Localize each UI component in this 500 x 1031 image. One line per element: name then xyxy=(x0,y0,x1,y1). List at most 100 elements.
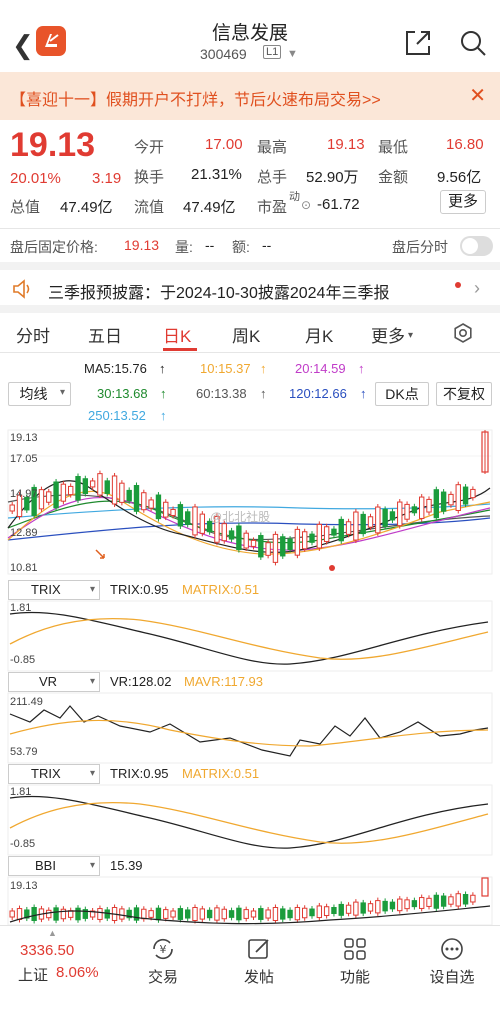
candle xyxy=(426,498,432,513)
chevron-down-icon[interactable]: ▼ xyxy=(287,48,298,60)
vr-chart xyxy=(7,692,493,764)
current-price: 19.13 xyxy=(10,126,96,164)
after-hours-label: 盘后固定价格: xyxy=(10,239,98,255)
tab-daily-k[interactable]: 日K xyxy=(163,322,191,347)
indicator-select-vr[interactable]: VR xyxy=(8,672,100,692)
top-bar: ❮ 信息发展 300469 L1 ▼ xyxy=(0,0,500,72)
index-value[interactable]: 3336.50 xyxy=(20,942,74,959)
candle xyxy=(199,513,206,534)
ma5-label: MA5:15.76 xyxy=(84,361,147,376)
candle xyxy=(133,485,140,512)
candle xyxy=(272,533,279,563)
kline-chart[interactable] xyxy=(0,428,500,580)
dk-point-button[interactable]: DK点 xyxy=(375,382,429,406)
nav-function[interactable]: 功能 xyxy=(315,926,395,987)
candle xyxy=(16,908,23,920)
info-icon[interactable]: ⊙ xyxy=(301,198,311,212)
candle xyxy=(119,482,125,503)
y-axis-high: 19.13 xyxy=(10,880,38,892)
candle xyxy=(404,503,410,520)
amount-label: 金额 xyxy=(378,169,409,186)
change-percent: 20.01% xyxy=(10,170,61,187)
y-axis-low: 53.79 xyxy=(10,746,38,758)
trix-value: TRIX:0.95 xyxy=(110,582,169,597)
chevron-down-icon[interactable]: ▾ xyxy=(408,330,413,341)
trix-chart xyxy=(7,600,493,672)
more-button[interactable]: 更多 xyxy=(440,190,486,214)
nav-trade[interactable]: ¥ 交易 xyxy=(123,926,203,987)
share-icon[interactable] xyxy=(403,28,433,58)
indicator-select-trix[interactable]: TRIX xyxy=(8,580,100,600)
promo-text[interactable]: 【喜迎十一】假期开户不打烊，节后火速布局交易>> xyxy=(10,86,381,110)
open-label: 今开 xyxy=(134,139,165,156)
tab-five-day[interactable]: 五日 xyxy=(88,322,122,347)
turnover-value: 21.31% xyxy=(191,166,242,183)
level-badge: L1 xyxy=(263,45,282,59)
adjust-button[interactable]: 不复权 xyxy=(436,382,492,406)
candle xyxy=(97,473,103,496)
arrow-up-icon: ↑ xyxy=(159,361,166,376)
float-value: 47.49亿 xyxy=(183,199,236,216)
open-value: 17.00 xyxy=(205,136,243,153)
unread-dot xyxy=(455,282,461,288)
candle xyxy=(382,900,388,912)
candle xyxy=(448,896,454,905)
after-hours-price: 19.13 xyxy=(124,237,160,253)
mktcap-value: 47.49亿 xyxy=(60,199,113,216)
nav-post[interactable]: 发帖 xyxy=(219,926,299,987)
grid-icon xyxy=(344,938,366,960)
candle xyxy=(426,897,432,907)
index-change[interactable]: 8.06% xyxy=(56,964,99,981)
candle xyxy=(397,898,403,912)
ma60-label: 60:13.38 xyxy=(196,386,247,401)
y-axis-high: 19.13 xyxy=(10,432,38,444)
candle xyxy=(214,907,220,921)
nav-watchlist-label: 设自选 xyxy=(429,969,475,986)
candle xyxy=(243,532,249,549)
tab-intraday[interactable]: 分时 xyxy=(16,322,50,347)
tab-more[interactable]: 更多 xyxy=(371,322,405,347)
mavr-value: MAVR:117.93 xyxy=(184,674,264,689)
bottom-bar: ▲ 3336.50 上证 8.06% ¥ 交易 发帖 功能 设自选 xyxy=(0,925,500,1031)
candle xyxy=(89,480,96,488)
notice-text[interactable]: 三季报预披露：于2024-10-30披露2024年三季报 xyxy=(48,279,389,303)
arrow-up-icon: ↑ xyxy=(160,386,167,401)
chevron-right-icon[interactable]: › xyxy=(474,278,480,299)
candle xyxy=(375,900,381,914)
svg-text:¥: ¥ xyxy=(160,943,167,956)
promo-banner[interactable]: 【喜迎十一】假期开户不打烊，节后火速布局交易>> ✕ xyxy=(0,72,500,120)
tab-weekly-k[interactable]: 周K xyxy=(232,322,260,347)
after-hours-toggle[interactable] xyxy=(460,236,493,256)
nav-function-label: 功能 xyxy=(339,969,370,986)
indicator-select-bbi[interactable]: BBI xyxy=(8,856,100,876)
candle xyxy=(433,894,440,909)
change-amount: 3.19 xyxy=(92,170,122,187)
indicator-select-trix[interactable]: TRIX xyxy=(8,764,100,784)
trix-chart xyxy=(7,784,493,856)
tab-monthly-k[interactable]: 月K xyxy=(305,322,333,347)
candle xyxy=(155,494,162,520)
candle xyxy=(360,902,366,914)
arrow-up-icon: ↑ xyxy=(260,361,267,376)
candle xyxy=(272,907,279,921)
candle xyxy=(60,908,67,920)
search-icon[interactable] xyxy=(458,28,488,58)
y-axis-low: -0.85 xyxy=(10,838,36,850)
index-name[interactable]: 上证 xyxy=(18,964,48,985)
y-axis-high: 1.81 xyxy=(10,786,32,798)
pe-label: 市盈 xyxy=(257,199,288,216)
candle xyxy=(46,909,52,919)
candle xyxy=(185,511,191,525)
candle xyxy=(236,525,242,551)
low-label: 最低 xyxy=(378,139,409,156)
nav-watchlist[interactable]: 设自选 xyxy=(412,926,492,987)
y-axis-low: 10.81 xyxy=(10,562,38,574)
candle xyxy=(411,506,418,514)
candle xyxy=(345,521,352,535)
settings-icon[interactable] xyxy=(452,322,474,344)
candle xyxy=(163,909,169,919)
candle xyxy=(185,909,191,919)
candle xyxy=(141,908,147,920)
chevron-down-icon[interactable]: ▾ xyxy=(60,387,65,398)
close-icon[interactable]: ✕ xyxy=(469,83,486,108)
